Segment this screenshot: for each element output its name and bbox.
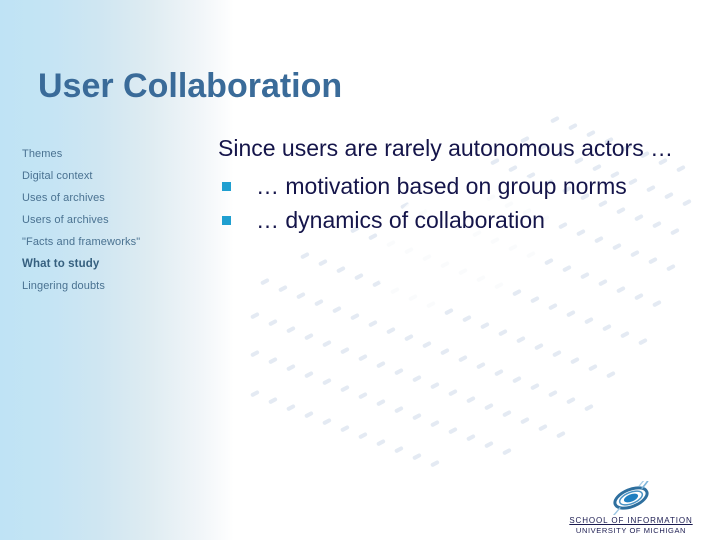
bullet-text: … dynamics of collaboration (256, 207, 545, 233)
outline-sidebar: Themes Digital context Uses of archives … (22, 143, 192, 297)
slide-title: User Collaboration (38, 67, 343, 105)
bullet-item: … dynamics of collaboration (218, 203, 688, 237)
sidebar-item-what-to-study[interactable]: What to study (22, 253, 192, 275)
square-bullet-icon (222, 216, 231, 225)
square-bullet-icon (222, 182, 231, 191)
swirl-logo-icon (611, 481, 651, 515)
bullet-text: … motivation based on group norms (256, 173, 627, 199)
slide-body: Since users are rarely autonomous actors… (218, 131, 688, 237)
sidebar-item-digital-context[interactable]: Digital context (22, 165, 192, 187)
bullet-item: … motivation based on group norms (218, 169, 688, 203)
lead-paragraph: Since users are rarely autonomous actors… (218, 135, 674, 161)
bullet-list: … motivation based on group norms … dyna… (218, 169, 688, 237)
footer-university-name: UNIVERSITY OF MICHIGAN (575, 526, 687, 535)
sidebar-item-users-of-archives[interactable]: Users of archives (22, 209, 192, 231)
sidebar-item-themes[interactable]: Themes (22, 143, 192, 165)
sidebar-item-lingering-doubts[interactable]: Lingering doubts (22, 275, 192, 297)
sidebar-item-facts-and-frameworks[interactable]: "Facts and frameworks" (22, 231, 192, 253)
footer-branding: SCHOOL OF INFORMATION UNIVERSITY OF MICH… (556, 481, 706, 536)
sidebar-item-uses-of-archives[interactable]: Uses of archives (22, 187, 192, 209)
footer-school-name: SCHOOL OF INFORMATION (569, 516, 693, 525)
slide-canvas: User Collaboration Themes Digital contex… (0, 0, 720, 540)
